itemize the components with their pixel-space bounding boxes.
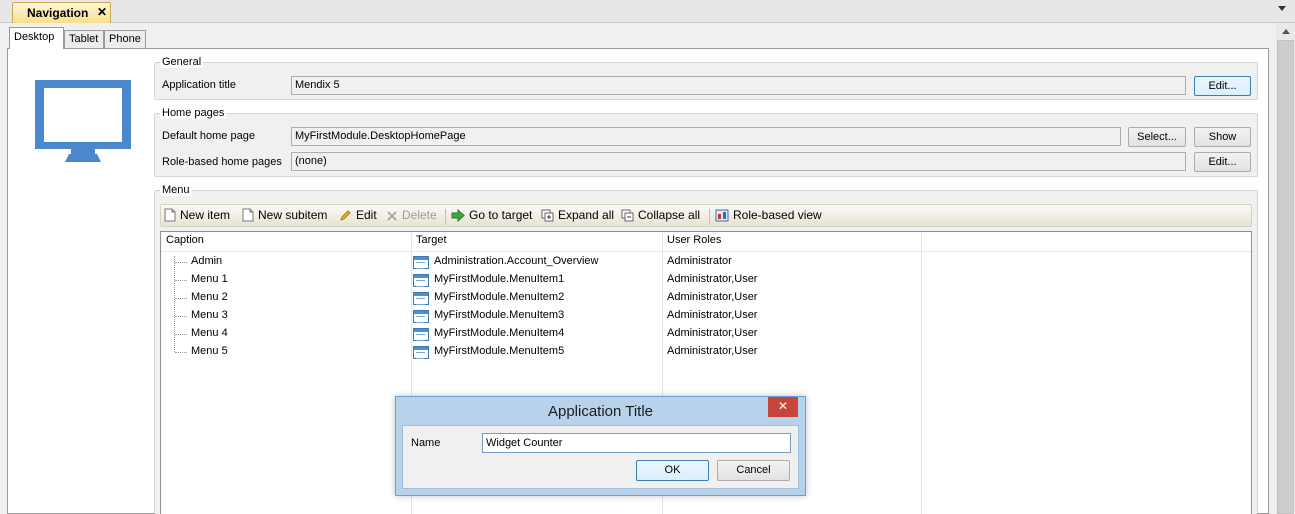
role-based-home-pages-label: Role-based home pages — [162, 156, 282, 168]
menu-toolbar: New item New subitem Edit Delete Go to t… — [160, 204, 1252, 227]
ok-button[interactable]: OK — [636, 460, 709, 481]
row-caption: Menu 4 — [191, 327, 228, 339]
row-user-roles: Administrator,User — [667, 273, 758, 285]
new-item-button[interactable]: New item — [164, 208, 230, 222]
close-icon[interactable]: ✕ — [97, 5, 107, 19]
row-user-roles: Administrator,User — [667, 309, 758, 321]
show-home-page-button[interactable]: Show — [1194, 127, 1251, 147]
row-target: Administration.Account_Overview — [434, 255, 599, 267]
tree-connector — [175, 262, 187, 263]
tree-connector — [175, 352, 187, 353]
home-pages-legend: Home pages — [160, 107, 227, 119]
application-title-field: Mendix 5 — [291, 76, 1186, 95]
tree-connector — [175, 316, 187, 317]
dialog-title: Application Title — [547, 403, 654, 420]
pencil-icon — [340, 210, 351, 221]
column-divider — [921, 233, 922, 514]
row-target: MyFirstModule.MenuItem2 — [434, 291, 565, 303]
row-target: MyFirstModule.MenuItem5 — [434, 345, 565, 357]
tab-phone[interactable]: Phone — [104, 30, 146, 48]
page-icon — [413, 346, 429, 359]
row-caption: Menu 5 — [191, 345, 228, 357]
page-icon — [413, 310, 429, 323]
row-user-roles: Administrator,User — [667, 327, 758, 339]
row-user-roles: Administrator,User — [667, 345, 758, 357]
role-based-view-button[interactable]: Role-based view — [715, 208, 822, 222]
default-home-page-field: MyFirstModule.DesktopHomePage — [291, 127, 1121, 146]
role-based-home-pages-field: (none) — [291, 152, 1186, 171]
menu-legend: Menu — [160, 184, 192, 196]
close-icon[interactable]: ✕ — [768, 397, 798, 417]
row-target: MyFirstModule.MenuItem3 — [434, 309, 565, 321]
tab-desktop[interactable]: Desktop — [9, 27, 64, 49]
column-header-target[interactable]: Target — [416, 234, 447, 246]
toolbar-separator — [709, 209, 710, 225]
row-target: MyFirstModule.MenuItem4 — [434, 327, 565, 339]
document-tab-navigation[interactable]: Navigation ✕ — [12, 2, 111, 23]
document-tab-label: Navigation — [27, 6, 89, 20]
delete-x-icon — [387, 211, 397, 221]
green-arrow-icon — [451, 209, 465, 222]
new-document-icon — [164, 208, 176, 222]
row-caption: Menu 1 — [191, 273, 228, 285]
row-user-roles: Administrator,User — [667, 291, 758, 303]
edit-button[interactable]: Edit — [339, 208, 377, 222]
row-caption: Admin — [191, 255, 223, 267]
select-home-page-button[interactable]: Select... — [1128, 127, 1186, 147]
page-icon — [413, 292, 429, 305]
cancel-button[interactable]: Cancel — [717, 460, 790, 481]
column-header-caption[interactable]: Caption — [166, 234, 204, 246]
column-header-user-roles[interactable]: User Roles — [667, 234, 721, 246]
page-icon — [413, 256, 429, 269]
collapse-all-icon — [621, 209, 634, 222]
expand-all-button[interactable]: Expand all — [541, 208, 614, 222]
go-to-target-button[interactable]: Go to target — [451, 208, 532, 222]
default-home-page-label: Default home page — [162, 130, 255, 142]
row-caption: Menu 2 — [191, 291, 228, 303]
page-icon — [413, 274, 429, 287]
edit-app-title-button[interactable]: Edit... — [1194, 76, 1251, 96]
row-user-roles: Administrator — [667, 255, 732, 267]
new-subitem-icon — [242, 208, 254, 222]
document-tab-strip — [0, 0, 1295, 23]
tree-connector — [174, 256, 175, 352]
dialog-name-label: Name — [411, 437, 441, 449]
tab-tablet[interactable]: Tablet — [64, 30, 104, 48]
desktop-monitor-icon — [35, 80, 131, 162]
collapse-all-button[interactable]: Collapse all — [621, 208, 700, 222]
application-title-label: Application title — [162, 79, 236, 91]
delete-button[interactable]: Delete — [386, 208, 437, 222]
header-divider — [161, 251, 1251, 252]
page-icon — [413, 328, 429, 341]
toolbar-separator — [445, 209, 446, 225]
scrollbar-thumb[interactable] — [1277, 40, 1294, 514]
dialog-name-input[interactable] — [482, 433, 791, 453]
chevron-up-icon — [1282, 29, 1290, 34]
tree-connector — [175, 280, 187, 281]
expand-all-icon — [541, 209, 554, 222]
chevron-down-icon[interactable] — [1278, 6, 1286, 11]
tree-connector — [175, 298, 187, 299]
tree-connector — [175, 334, 187, 335]
role-view-icon — [715, 209, 729, 222]
row-target: MyFirstModule.MenuItem1 — [434, 273, 565, 285]
general-legend: General — [160, 56, 204, 68]
edit-role-home-pages-button[interactable]: Edit... — [1194, 152, 1251, 172]
row-caption: Menu 3 — [191, 309, 228, 321]
new-subitem-button[interactable]: New subitem — [242, 208, 327, 222]
